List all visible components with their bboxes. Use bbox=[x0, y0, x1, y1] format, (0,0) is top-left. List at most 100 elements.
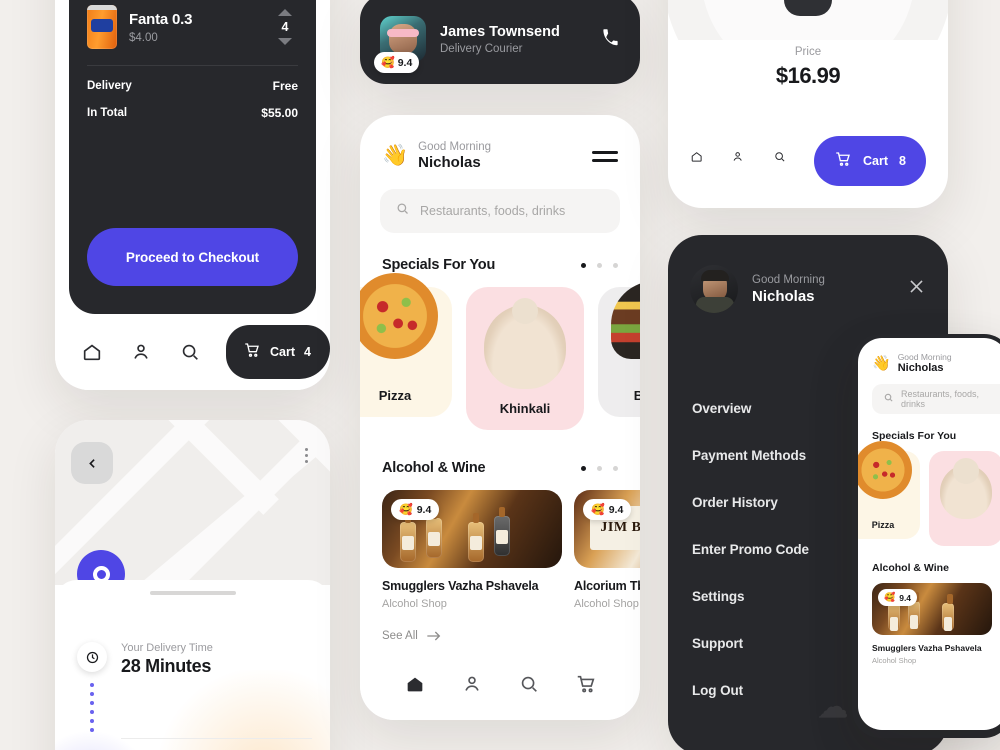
alcohol-carousel[interactable]: 🥰 9.4 Smugglers Vazha Pshavela Alcohol S… bbox=[360, 476, 640, 610]
specials-pager[interactable] bbox=[581, 262, 618, 268]
special-card-pizza[interactable]: Pizza bbox=[858, 441, 920, 539]
phone-icon[interactable] bbox=[601, 27, 620, 51]
search-icon[interactable] bbox=[518, 673, 540, 695]
timeline-connector bbox=[90, 683, 312, 732]
shop-rating-badge: 🥰 9.4 bbox=[878, 589, 918, 606]
shop-name: Alcorium Tbilisi bbox=[574, 579, 640, 593]
pizza-icon bbox=[858, 441, 912, 499]
mini-alcohol-title: Alcohol & Wine bbox=[872, 562, 949, 574]
shop-rating-badge: 🥰 9.4 bbox=[391, 499, 440, 520]
shop-rating-value: 9.4 bbox=[608, 503, 624, 516]
special-card-pizza[interactable]: Pizza bbox=[360, 273, 452, 417]
khinkali-icon bbox=[940, 465, 992, 519]
cart-button[interactable]: Cart 4 bbox=[226, 325, 330, 379]
sheet-grabber[interactable] bbox=[149, 591, 236, 595]
profile-icon[interactable] bbox=[731, 150, 744, 172]
mini-preview-panel: 👋 Good Morning Nicholas Restaurants, foo… bbox=[858, 338, 1000, 730]
special-card-khinkali[interactable] bbox=[929, 451, 1000, 546]
delivery-label: Delivery bbox=[87, 80, 132, 92]
shop-rating-badge: 🥰 9.4 bbox=[583, 499, 632, 520]
cart-label: Cart bbox=[270, 345, 296, 359]
tracking-sheet: Your Delivery Time 28 Minutes i 22:21 Re… bbox=[55, 580, 330, 750]
rating-emoji-icon: 🥰 bbox=[381, 57, 395, 69]
specials-title: Specials For You bbox=[382, 257, 496, 273]
wave-icon: 👋 bbox=[872, 355, 891, 372]
proceed-to-checkout-button[interactable]: Proceed to Checkout bbox=[87, 228, 298, 286]
special-card-burger[interactable]: Burger bbox=[598, 281, 640, 417]
specials-carousel[interactable]: Pizza Khinkali Burger bbox=[360, 273, 640, 430]
profile-icon[interactable] bbox=[130, 341, 152, 363]
greeting-name: Nicholas bbox=[752, 287, 815, 305]
delivery-time-value: 28 Minutes bbox=[121, 656, 212, 676]
courier-rating-value: 9.4 bbox=[397, 56, 413, 69]
avatar[interactable] bbox=[690, 265, 738, 313]
shop-name: Smugglers Vazha Pshavela bbox=[382, 579, 539, 593]
back-button[interactable] bbox=[71, 442, 113, 484]
app-showcase: CocaCola 0.3 $6.00 6 Fanta 0.3 $4.00 4 bbox=[0, 0, 1000, 750]
more-options-icon[interactable] bbox=[305, 448, 308, 463]
greeting-label: Good Morning bbox=[752, 273, 825, 286]
cart-button[interactable]: Cart 8 bbox=[814, 136, 926, 186]
close-icon[interactable] bbox=[907, 277, 926, 301]
alcohol-pager[interactable] bbox=[581, 465, 618, 471]
total-row: In Total $55.00 bbox=[87, 93, 298, 120]
home-panel: 👋 Good Morning Nicholas Restaurants, foo… bbox=[360, 115, 640, 720]
cart-bottom-nav: Cart 4 bbox=[55, 314, 330, 390]
increase-icon[interactable] bbox=[278, 9, 292, 16]
search-icon bbox=[395, 201, 410, 221]
special-label: Burger bbox=[633, 388, 640, 403]
menu-icon[interactable] bbox=[592, 150, 618, 162]
quantity-stepper[interactable]: 4 bbox=[272, 9, 298, 45]
timeline-item-eta: Your Delivery Time 28 Minutes bbox=[77, 642, 312, 677]
alcohol-title: Alcohol & Wine bbox=[382, 460, 486, 476]
delivery-time-label: Your Delivery Time bbox=[121, 642, 213, 654]
home-icon[interactable] bbox=[81, 341, 103, 363]
see-all-link[interactable]: See All bbox=[360, 610, 640, 642]
shop-sub: Alcohol Shop bbox=[382, 598, 447, 610]
home-icon[interactable] bbox=[404, 673, 426, 695]
fanta-can-icon bbox=[87, 5, 117, 49]
cart-icon bbox=[834, 150, 852, 173]
shop-sub: Alcohol Shop bbox=[872, 656, 917, 665]
arrow-right-icon bbox=[427, 631, 441, 641]
mini-shop-card[interactable]: 🥰 9.4 Smugglers Vazha Pshavela Alcohol S… bbox=[872, 583, 992, 665]
total-value: $55.00 bbox=[261, 106, 298, 120]
mini-search-input[interactable]: Restaurants, foods, drinks bbox=[872, 384, 1000, 414]
shop-card[interactable]: 🥰 9.4 Smugglers Vazha Pshavela Alcohol S… bbox=[382, 490, 562, 610]
cart-icon bbox=[243, 341, 261, 364]
greeting-header: 👋 Good Morning Nicholas bbox=[360, 115, 640, 171]
shop-card[interactable]: JIM BEAM 🥰 9.4 Alcorium Tbilisi Alcohol … bbox=[574, 490, 640, 610]
greeting-name: Nicholas bbox=[418, 154, 481, 171]
special-label: Pizza bbox=[871, 520, 895, 530]
cart-item[interactable]: Fanta 0.3 $4.00 4 bbox=[87, 0, 298, 66]
special-card-khinkali[interactable]: Khinkali bbox=[466, 287, 584, 430]
search-icon bbox=[883, 390, 894, 408]
search-input[interactable]: Restaurants, foods, drinks bbox=[380, 189, 620, 233]
shop-rating-value: 9.4 bbox=[416, 503, 432, 516]
shop-image: 🥰 9.4 bbox=[382, 490, 562, 568]
shop-name: Smugglers Vazha Pshavela bbox=[872, 643, 982, 653]
map-view[interactable] bbox=[55, 420, 330, 585]
cart-label: Cart bbox=[863, 154, 889, 168]
shop-rating-value: 9.4 bbox=[899, 592, 912, 603]
wave-icon: 👋 bbox=[382, 144, 409, 167]
search-icon[interactable] bbox=[179, 341, 201, 363]
search-icon[interactable] bbox=[773, 150, 786, 172]
decrease-icon[interactable] bbox=[278, 38, 292, 45]
home-icon[interactable] bbox=[690, 150, 703, 172]
cart-item-name: Fanta 0.3 bbox=[129, 10, 193, 28]
product-detail-panel: Price $16.99 Cart 8 bbox=[668, 0, 948, 208]
rating-emoji-icon: 🥰 bbox=[591, 504, 605, 516]
mini-greeting-header: 👋 Good Morning Nicholas bbox=[858, 338, 1000, 374]
alcohol-header: Alcohol & Wine bbox=[360, 430, 640, 476]
profile-icon[interactable] bbox=[461, 673, 483, 695]
search-placeholder: Restaurants, foods, drinks bbox=[901, 389, 980, 409]
cart-icon[interactable] bbox=[575, 673, 597, 695]
search-placeholder: Restaurants, foods, drinks bbox=[420, 204, 566, 218]
pizza-icon bbox=[360, 273, 438, 359]
delivery-row: Delivery Free bbox=[87, 66, 298, 93]
divider bbox=[121, 738, 312, 739]
delivery-value: Free bbox=[272, 79, 298, 93]
courier-role: Delivery Courier bbox=[440, 42, 523, 55]
mini-specials-carousel[interactable]: Pizza bbox=[858, 441, 1000, 546]
